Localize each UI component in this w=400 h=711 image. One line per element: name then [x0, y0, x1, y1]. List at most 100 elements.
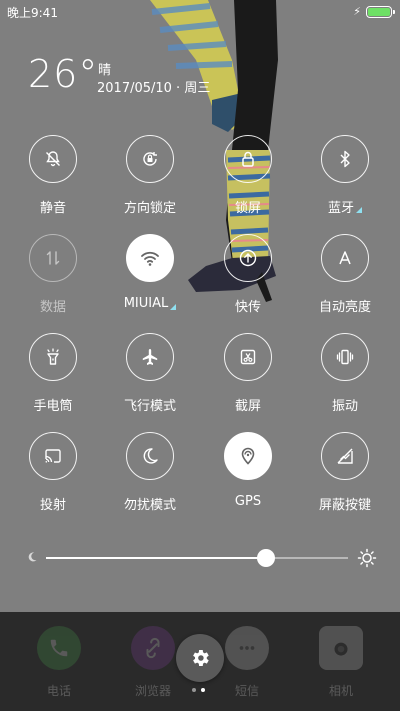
bolt-icon: ⚡ [353, 5, 361, 18]
toggle-label: 振动 [332, 395, 358, 414]
toggle-rotation-lock[interactable]: 方向锁定 [108, 135, 192, 219]
airplane-icon [142, 349, 158, 365]
toggle-vibrate[interactable]: 振动 [303, 333, 387, 417]
toggle-mobile-data[interactable]: 数据 [11, 234, 95, 318]
status-time: 晚上9:41 [7, 6, 58, 20]
toggle-label-text: 截屏 [234, 399, 261, 414]
toggle-label: 勿扰模式 [124, 494, 176, 513]
dock-app-label: 浏览器 [134, 684, 171, 698]
toggle-label: 手电筒 [33, 395, 72, 414]
toggle-label: MIUIAL [124, 296, 177, 311]
toggle-label: 投射 [40, 494, 66, 513]
quick-transfer-icon [239, 249, 257, 267]
sms-icon [225, 626, 269, 670]
gear-icon [193, 650, 209, 666]
toggle-label-text: 静音 [39, 201, 66, 216]
toggle-wifi[interactable]: MIUIAL [108, 234, 192, 318]
toggle-auto-brightness[interactable]: 自动亮度 [303, 234, 387, 318]
toggle-screenshot[interactable]: 截屏 [206, 333, 290, 417]
toggle-button[interactable] [29, 333, 77, 381]
submenu-indicator [170, 303, 177, 310]
toggle-padlock[interactable]: 锁屏 [206, 135, 290, 219]
toggle-label: GPS [235, 494, 261, 509]
flashlight-icon [47, 348, 59, 365]
toggle-button[interactable] [126, 135, 174, 183]
toggle-button[interactable] [224, 234, 272, 282]
dock-app-label: 电话 [46, 684, 71, 698]
weather-date: 2017/05/10 · 周三 [97, 81, 211, 96]
dock-app-phone[interactable]: 电话 [29, 626, 89, 699]
toggle-label-text: 振动 [331, 399, 358, 414]
toggle-airplane[interactable]: 飞行模式 [108, 333, 192, 417]
battery-icon [366, 6, 395, 18]
auto-brightness-icon [339, 251, 351, 265]
toggle-label: 屏蔽按键 [319, 494, 371, 513]
toggle-label: 数据 [40, 296, 66, 315]
toggle-moon[interactable]: 勿扰模式 [108, 432, 192, 516]
toggle-label: 自动亮度 [319, 296, 371, 315]
toggle-bell-off[interactable]: 静音 [11, 135, 95, 219]
toggle-button[interactable] [29, 135, 77, 183]
toggle-label: 快传 [235, 296, 261, 315]
dock-app-label: 短信 [234, 684, 259, 698]
toggle-cast[interactable]: 投射 [11, 432, 95, 516]
dock-app-browser[interactable]: 浏览器 [123, 626, 183, 699]
toggle-button[interactable] [126, 432, 174, 480]
toggle-button[interactable] [29, 234, 77, 282]
submenu-indicator [356, 206, 362, 213]
dock-app-sms[interactable]: 短信 [217, 626, 277, 699]
camera-icon [319, 626, 363, 670]
weather-condition: 晴 [98, 63, 112, 78]
dock-app-label: 相机 [328, 684, 353, 698]
toggle-button[interactable] [321, 135, 369, 183]
vibrate-icon [336, 349, 354, 365]
dock-app-camera[interactable]: 相机 [311, 626, 371, 699]
mobile-data-icon [46, 251, 60, 265]
brightness-slider[interactable] [26, 546, 378, 570]
toggle-label-text: 蓝牙 [327, 201, 354, 216]
toggle-label-text: 手电筒 [33, 399, 73, 414]
status-indicators: ⚡ [353, 5, 395, 19]
brightness-thumb[interactable] [257, 549, 276, 567]
toggle-label-text: 方向锁定 [123, 201, 176, 216]
browser-icon [131, 626, 175, 670]
settings-button[interactable] [176, 634, 224, 682]
bell-off-icon [46, 151, 60, 167]
block-keys-icon [337, 448, 353, 464]
toggle-label: 静音 [40, 197, 66, 216]
toggle-button[interactable] [126, 333, 174, 381]
cast-icon [45, 449, 61, 463]
brightness-fill [46, 557, 267, 559]
toggle-gps[interactable]: GPS [206, 432, 290, 516]
rotation-lock-icon [143, 152, 157, 166]
toggle-button[interactable] [126, 234, 174, 282]
toggle-block-keys[interactable]: 屏蔽按键 [303, 432, 387, 516]
toggle-label-text: 飞行模式 [123, 399, 176, 414]
bluetooth-icon [340, 150, 350, 168]
toggle-button[interactable] [224, 432, 272, 480]
toggle-bluetooth[interactable]: 蓝牙 [303, 135, 387, 219]
toggle-label-text: 自动亮度 [318, 300, 371, 315]
toggle-flashlight[interactable]: 手电筒 [11, 333, 95, 417]
sun-icon [357, 548, 377, 568]
brightness-track[interactable] [46, 549, 348, 567]
toggle-quick-transfer[interactable]: 快传 [206, 234, 290, 318]
toggle-button[interactable] [321, 333, 369, 381]
weather-temperature: 26° [28, 52, 99, 96]
toggle-label-text: GPS [234, 494, 262, 509]
moon-icon [143, 448, 158, 464]
toggle-label: 蓝牙 [328, 197, 362, 216]
toggle-button[interactable] [29, 432, 77, 480]
toggle-label: 方向锁定 [124, 197, 176, 216]
battery-level [368, 8, 390, 16]
wifi-icon [141, 251, 159, 266]
page-dot-active [201, 688, 205, 692]
toggle-button[interactable] [321, 432, 369, 480]
toggle-button[interactable] [224, 135, 272, 183]
padlock-icon [242, 151, 254, 167]
page-dot [192, 688, 196, 692]
toggle-button[interactable] [224, 333, 272, 381]
toggle-button[interactable] [321, 234, 369, 282]
toggle-label-text: 屏蔽按键 [318, 498, 371, 513]
toggle-label: 飞行模式 [124, 395, 176, 414]
